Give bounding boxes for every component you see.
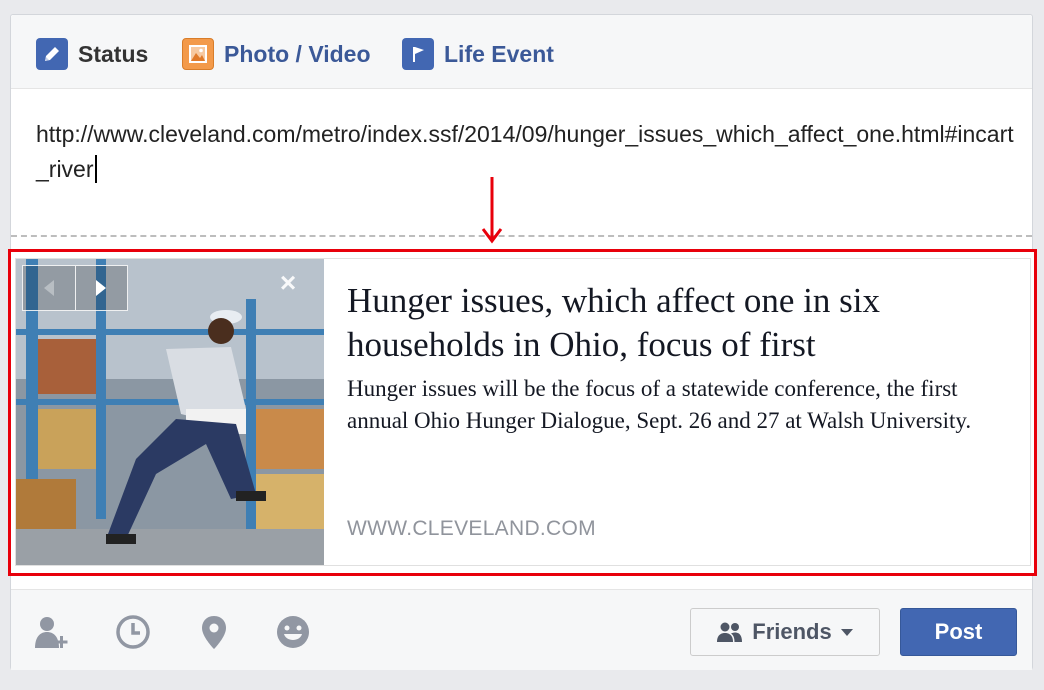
tag-friends-icon[interactable]	[31, 612, 71, 652]
post-button[interactable]: Post	[900, 608, 1017, 656]
composer-tabs: Status Photo / Video Life Event	[11, 15, 1032, 89]
preview-domain: WWW.CLEVELAND.COM	[347, 517, 596, 540]
preview-title[interactable]: Hunger issues, which affect one in six h…	[347, 279, 997, 367]
link-preview-card[interactable]: × Hunger issues, which affect one in six…	[15, 258, 1031, 566]
tab-life-event-label: Life Event	[444, 40, 554, 67]
tab-photo-video[interactable]: Photo / Video	[182, 37, 371, 71]
post-button-label: Post	[934, 619, 983, 644]
thumbnail-navigator	[22, 265, 128, 311]
chevron-right-icon	[96, 280, 107, 296]
friends-icon	[717, 622, 743, 642]
chevron-left-icon	[43, 280, 54, 296]
photo-icon	[182, 38, 214, 70]
status-composer: Status Photo / Video Life Event http://w…	[8, 14, 1037, 670]
tab-status[interactable]: Status	[36, 37, 148, 71]
composer-footer: Friends Post	[11, 589, 1032, 670]
remove-thumbnail-close-icon[interactable]: ×	[275, 269, 301, 297]
clock-icon[interactable]	[113, 612, 153, 652]
audience-label: Friends	[752, 619, 832, 644]
feeling-smiley-icon[interactable]	[273, 612, 313, 652]
audience-selector-button[interactable]: Friends	[690, 608, 880, 656]
prev-thumbnail-button[interactable]	[23, 266, 75, 310]
tab-life-event[interactable]: Life Event	[402, 37, 554, 71]
location-pin-icon[interactable]	[194, 612, 234, 652]
status-text-input[interactable]: http://www.cleveland.com/metro/index.ssf…	[36, 117, 1016, 187]
link-preview-highlight: × Hunger issues, which affect one in six…	[8, 249, 1037, 576]
pencil-icon	[36, 38, 68, 70]
text-caret	[94, 155, 97, 183]
chevron-down-icon	[840, 629, 853, 636]
red-down-arrow-icon	[481, 177, 503, 244]
composer-divider	[11, 235, 1032, 237]
flag-icon	[402, 38, 434, 70]
preview-description[interactable]: Hunger issues will be the focus of a sta…	[347, 373, 997, 437]
next-thumbnail-button[interactable]	[74, 266, 128, 310]
tab-status-label: Status	[78, 40, 149, 67]
status-text-value: http://www.cleveland.com/metro/index.ssf…	[36, 121, 1014, 182]
tab-photo-video-label: Photo / Video	[224, 40, 371, 67]
preview-thumbnail: ×	[16, 259, 324, 565]
